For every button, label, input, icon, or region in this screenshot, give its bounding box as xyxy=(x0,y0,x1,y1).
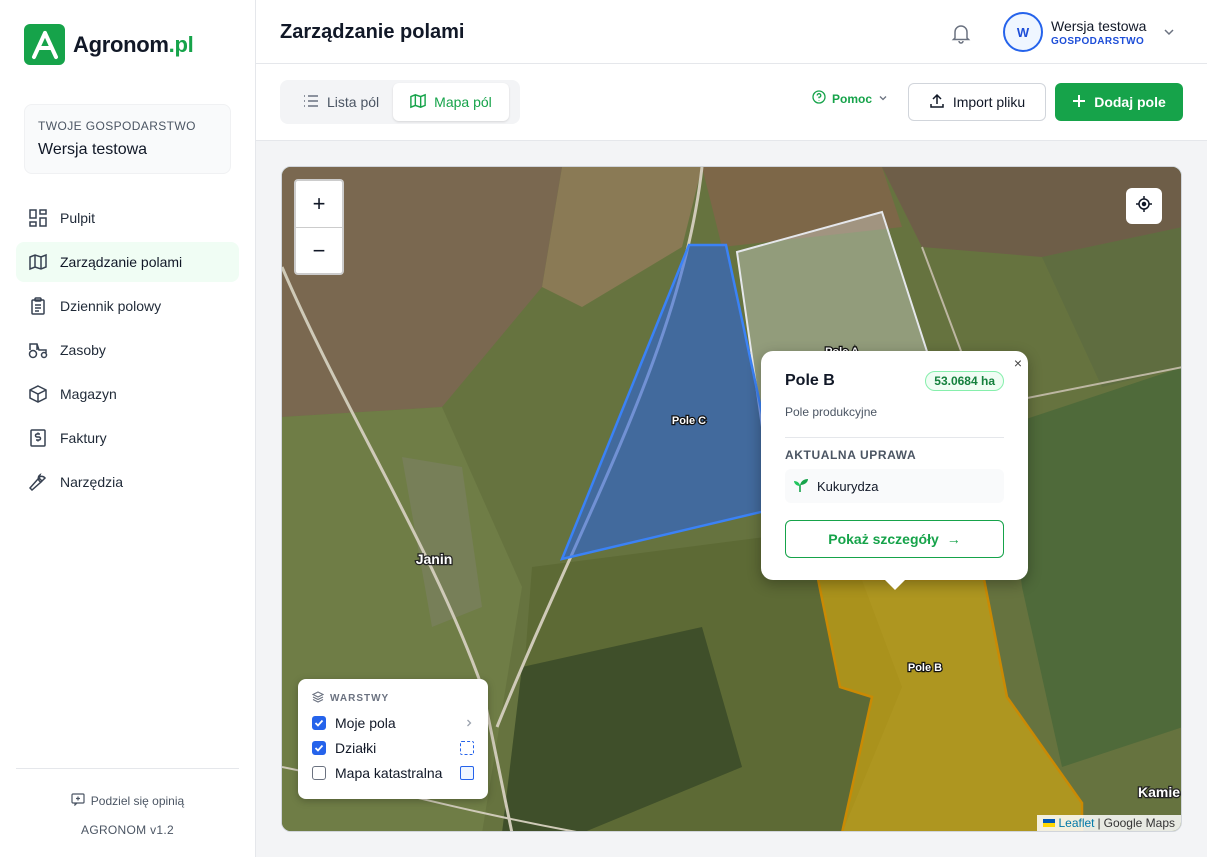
current-crop-caption: AKTUALNA UPRAWA xyxy=(785,448,917,462)
chevron-right-icon[interactable] xyxy=(464,715,474,731)
logo-mark-icon xyxy=(24,24,65,65)
sidebar-item-label: Faktury xyxy=(60,430,107,446)
current-crop: Kukurydza xyxy=(785,469,1004,503)
feedback-link[interactable]: Podziel się opinią xyxy=(16,793,239,809)
show-details-button[interactable]: Pokaż szczegóły → xyxy=(785,520,1004,558)
chevron-down-icon xyxy=(1162,25,1176,39)
farm-card[interactable]: TWOJE GOSPODARSTWO Wersja testowa xyxy=(24,104,231,174)
page-title: Zarządzanie polami xyxy=(280,21,465,43)
logo-text: Agronom.pl xyxy=(73,31,194,57)
field-map[interactable]: Pole C Pole A Pole B Janin Kamie + − WAR… xyxy=(281,166,1182,832)
box-icon xyxy=(28,384,48,404)
sidebar-item-resources[interactable]: Zasoby xyxy=(16,330,239,370)
bell-icon[interactable] xyxy=(950,22,972,44)
view-switch: Lista pól Mapa pól xyxy=(280,80,520,124)
zoom-controls: + − xyxy=(294,179,344,275)
layers-icon xyxy=(311,691,325,706)
zoom-in-button[interactable]: + xyxy=(296,181,342,227)
checkbox-unchecked[interactable] xyxy=(312,766,326,780)
sidebar-item-label: Dziennik polowy xyxy=(60,298,162,314)
zoom-out-button[interactable]: − xyxy=(296,227,342,273)
user-name: Wersja testowa xyxy=(1051,17,1147,34)
layer-parcels[interactable]: Działki xyxy=(312,740,474,756)
sidebar-item-invoices[interactable]: Faktury xyxy=(16,418,239,458)
area-badge: 53.0684 ha xyxy=(925,371,1004,391)
wrench-icon xyxy=(28,472,48,492)
checkbox-checked[interactable] xyxy=(312,716,326,730)
layer-my-fields[interactable]: Moje pola xyxy=(312,715,474,731)
tractor-icon xyxy=(28,340,48,360)
invoice-icon xyxy=(28,428,48,448)
sidebar-footer: Podziel się opinią AGRONOM v1.2 xyxy=(16,768,239,837)
town-label-janin: Janin xyxy=(416,551,453,567)
logo[interactable]: Agronom.pl xyxy=(24,24,194,65)
sidebar-item-label: Zarządzanie polami xyxy=(60,254,183,270)
field-label-pole-c: Pole C xyxy=(672,415,706,427)
sprout-icon xyxy=(793,477,809,496)
sidebar-item-pulpit[interactable]: Pulpit xyxy=(16,198,239,238)
sidebar-item-label: Zasoby xyxy=(60,342,106,358)
map-icon xyxy=(28,252,48,272)
sidebar-nav: Pulpit Zarządzanie polami Dziennik polow… xyxy=(16,198,239,506)
tab-field-map[interactable]: Mapa pól xyxy=(393,83,509,121)
checkbox-checked[interactable] xyxy=(312,741,326,755)
leaflet-link[interactable]: Leaflet xyxy=(1058,816,1094,830)
layers-panel: WARSTWY Moje pola Działki Mapa katastral… xyxy=(298,679,488,799)
arrow-right-icon: → xyxy=(946,531,961,547)
list-icon xyxy=(303,94,319,111)
user-menu[interactable]: W Wersja testowa GOSPODARSTWO xyxy=(1003,12,1176,52)
farm-caption: TWOJE GOSPODARSTWO xyxy=(38,119,196,133)
close-icon[interactable]: × xyxy=(1014,355,1022,371)
ukraine-flag-icon xyxy=(1043,819,1056,827)
sidebar-item-field-journal[interactable]: Dziennik polowy xyxy=(16,286,239,326)
field-type: Pole produkcyjne xyxy=(785,405,878,419)
sidebar-item-tools[interactable]: Narzędzia xyxy=(16,462,239,502)
import-file-button[interactable]: Import pliku xyxy=(908,83,1046,121)
sidebar-item-label: Pulpit xyxy=(60,210,96,226)
tab-field-list[interactable]: Lista pól xyxy=(283,83,393,121)
google-maps-credit: Google Maps xyxy=(1103,816,1175,830)
app-version: AGRONOM v1.2 xyxy=(81,823,174,837)
crosshair-icon xyxy=(1135,195,1153,218)
field-label-pole-b: Pole B xyxy=(908,662,942,674)
upload-icon xyxy=(929,93,945,112)
layer-cadastral-map[interactable]: Mapa katastralna xyxy=(312,765,474,781)
user-role: GOSPODARSTWO xyxy=(1051,35,1145,47)
avatar: W xyxy=(1003,12,1043,52)
cadastral-swatch xyxy=(460,766,474,780)
popup-header: Pole B 53.0684 ha xyxy=(785,371,1004,391)
locate-button[interactable] xyxy=(1126,188,1162,224)
toolbar: Lista pól Mapa pól Pomoc Import pliku Do… xyxy=(256,64,1207,141)
town-label-kamie: Kamie xyxy=(1138,784,1180,800)
user-info: Wersja testowa GOSPODARSTWO xyxy=(1051,18,1146,47)
sidebar-item-field-management[interactable]: Zarządzanie polami xyxy=(16,242,239,282)
help-dropdown[interactable]: Pomoc xyxy=(812,90,888,107)
field-popup: × Pole B 53.0684 ha Pole produkcyjne AKT… xyxy=(761,351,1028,590)
clipboard-icon xyxy=(28,296,48,316)
divider xyxy=(785,437,1004,438)
map-attribution: Leaflet | Google Maps xyxy=(1037,815,1181,831)
sidebar-item-label: Magazyn xyxy=(60,386,117,402)
comment-icon xyxy=(71,793,85,809)
sidebar-item-warehouse[interactable]: Magazyn xyxy=(16,374,239,414)
parcels-swatch xyxy=(460,741,474,755)
plus-icon xyxy=(1072,94,1086,111)
popup-title: Pole B xyxy=(785,372,835,389)
map-icon xyxy=(410,93,426,112)
chevron-down-icon xyxy=(878,92,888,106)
farm-name: Wersja testowa xyxy=(38,141,148,158)
top-header: Zarządzanie polami W Wersja testowa GOSP… xyxy=(256,0,1207,64)
sidebar-item-label: Narzędzia xyxy=(60,474,124,490)
dashboard-icon xyxy=(28,208,48,228)
help-icon xyxy=(812,90,826,107)
sidebar: Agronom.pl TWOJE GOSPODARSTWO Wersja tes… xyxy=(0,0,256,857)
layers-title: WARSTWY xyxy=(311,691,474,706)
add-field-button[interactable]: Dodaj pole xyxy=(1055,83,1183,121)
